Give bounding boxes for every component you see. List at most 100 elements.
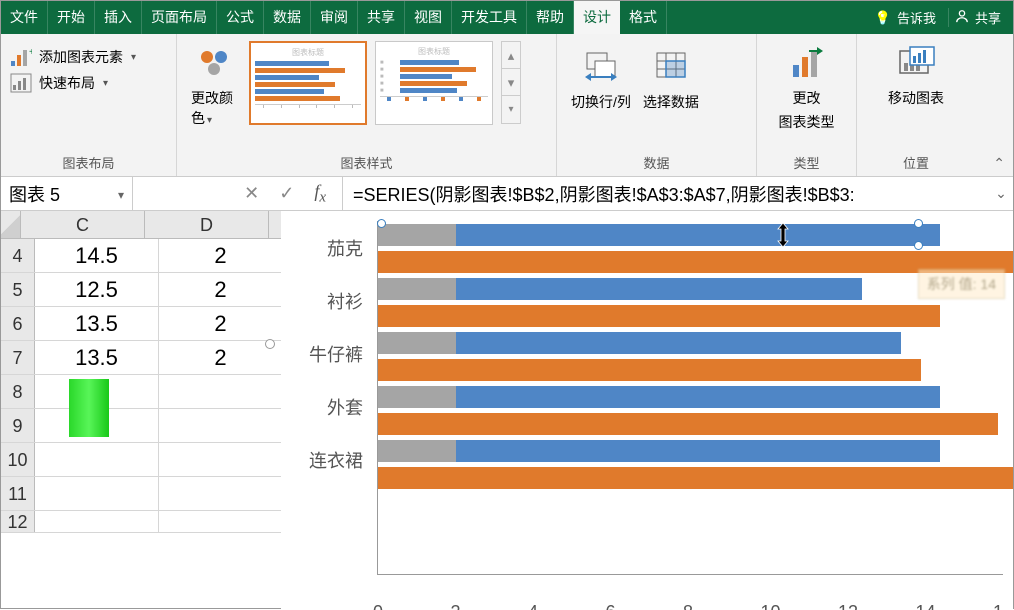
- change-chart-type-button[interactable]: 更改 图表类型: [765, 38, 848, 132]
- col-header[interactable]: C: [21, 211, 145, 238]
- chart-style-thumb-2[interactable]: 图表标题 ■ ■ ■ ■ ■: [375, 41, 493, 125]
- series-selection-handle[interactable]: [914, 219, 923, 228]
- switch-row-col-button[interactable]: 切换行/列: [565, 42, 637, 112]
- chart-bar-orange[interactable]: [378, 467, 1013, 489]
- switch-row-col-icon: [581, 46, 621, 88]
- accept-formula-button[interactable]: ✓: [279, 183, 294, 204]
- tab-pagelayout[interactable]: 页面布局: [142, 1, 217, 34]
- chart-bar-blue[interactable]: [456, 440, 940, 462]
- fx-icon[interactable]: fx: [314, 181, 326, 207]
- cell[interactable]: 13.5: [35, 341, 159, 374]
- tab-home[interactable]: 开始: [48, 1, 95, 34]
- tell-me[interactable]: 告诉我: [863, 8, 948, 27]
- formula-bar[interactable]: =SERIES(阴影图表!$B$2,阴影图表!$A$3:$A$7,阴影图表!$B…: [343, 181, 989, 207]
- chart-bar-gray[interactable]: [378, 332, 456, 354]
- tab-share-top[interactable]: 共享: [358, 1, 405, 34]
- cancel-formula-button[interactable]: ✕: [244, 183, 259, 204]
- cell[interactable]: [35, 511, 159, 532]
- select-all-corner[interactable]: [1, 211, 21, 238]
- chart-bar-orange[interactable]: [378, 413, 998, 435]
- chart-plot-area[interactable]: [377, 221, 1003, 575]
- group-styles-label: 图表样式: [185, 153, 548, 174]
- row-header[interactable]: 7: [1, 341, 35, 374]
- row-header[interactable]: 6: [1, 307, 35, 340]
- style-gallery-expand[interactable]: ▾: [502, 96, 520, 123]
- share-button[interactable]: 共享: [948, 8, 1013, 27]
- row-header[interactable]: 4: [1, 239, 35, 272]
- add-chart-element-label: 添加图表元素: [39, 47, 123, 67]
- name-box-dropdown-icon[interactable]: [118, 183, 124, 204]
- tab-design[interactable]: 设计: [574, 1, 620, 34]
- cell[interactable]: [35, 477, 159, 510]
- chart-bar-gray[interactable]: [378, 224, 456, 246]
- tab-data[interactable]: 数据: [264, 1, 311, 34]
- tab-devtools[interactable]: 开发工具: [452, 1, 527, 34]
- dropdown-icon: [207, 115, 212, 126]
- chart-bar-gray[interactable]: [378, 386, 456, 408]
- tab-file[interactable]: 文件: [1, 1, 48, 34]
- row-header[interactable]: 5: [1, 273, 35, 306]
- chart-resize-handle[interactable]: [265, 339, 275, 349]
- ribbon-group-data: 切换行/列 选择数据 数据: [557, 34, 757, 176]
- tab-insert[interactable]: 插入: [95, 1, 142, 34]
- change-type-label-2: 图表类型: [779, 112, 835, 132]
- y-category-label: 牛仔裤: [281, 327, 371, 380]
- chart-style-thumb-1[interactable]: 图表标题: [249, 41, 367, 125]
- change-colors-button[interactable]: 更改颜色: [185, 38, 245, 128]
- cell[interactable]: 14.5: [35, 239, 159, 272]
- name-box[interactable]: 图表 5: [1, 177, 133, 211]
- row-header[interactable]: 10: [1, 443, 35, 476]
- cell[interactable]: 2: [159, 307, 283, 340]
- quick-layout-button[interactable]: 快速布局: [9, 70, 168, 96]
- chart-bar-blue[interactable]: [456, 224, 940, 246]
- style-scroll-up[interactable]: ▴: [502, 42, 520, 69]
- expand-formula-bar-button[interactable]: [989, 185, 1013, 202]
- col-header[interactable]: D: [145, 211, 269, 238]
- chart-bar-blue[interactable]: [456, 386, 940, 408]
- cell[interactable]: 12.5: [35, 273, 159, 306]
- svg-text:+: +: [29, 47, 32, 58]
- chart-bar-orange[interactable]: [378, 305, 940, 327]
- cell[interactable]: 2: [159, 239, 283, 272]
- embedded-chart[interactable]: 茄克 衬衫 牛仔裤 外套 连衣裙 024681012141 系列 值: 14: [281, 211, 1013, 610]
- cell[interactable]: [159, 375, 283, 408]
- select-data-button[interactable]: 选择数据: [637, 42, 705, 112]
- formula-controls: ✕ ✓ fx: [183, 177, 343, 211]
- chart-bar-gray[interactable]: [378, 440, 456, 462]
- formula-row: 图表 5 ✕ ✓ fx =SERIES(阴影图表!$B$2,阴影图表!$A$3:…: [1, 177, 1013, 211]
- row-header[interactable]: 8: [1, 375, 35, 408]
- tab-review[interactable]: 审阅: [311, 1, 358, 34]
- style-scroll-down[interactable]: ▾: [502, 69, 520, 96]
- cell[interactable]: [159, 409, 283, 442]
- chart-bar-blue[interactable]: [456, 332, 902, 354]
- cell[interactable]: 2: [159, 341, 283, 374]
- chart-bar-gray[interactable]: [378, 278, 456, 300]
- chart-bar-orange[interactable]: [378, 359, 921, 381]
- cell[interactable]: [159, 511, 283, 532]
- tab-help[interactable]: 帮助: [527, 1, 574, 34]
- quick-layout-icon: [9, 72, 33, 94]
- name-box-value: 图表 5: [9, 181, 60, 207]
- chart-bar-blue[interactable]: [456, 278, 863, 300]
- tab-formulas[interactable]: 公式: [217, 1, 264, 34]
- spreadsheet[interactable]: C D E F G H I J 4 14.5 2 5 12.5 2 6 13.5…: [1, 211, 1013, 610]
- row-header[interactable]: 9: [1, 409, 35, 442]
- group-data-label: 数据: [565, 153, 748, 174]
- collapse-ribbon-button[interactable]: ⌃: [993, 155, 1005, 172]
- cell[interactable]: [159, 443, 283, 476]
- cell[interactable]: 2: [159, 273, 283, 306]
- change-colors-icon: [195, 42, 235, 84]
- cell[interactable]: 13.5: [35, 307, 159, 340]
- tab-format[interactable]: 格式: [620, 1, 667, 34]
- tab-view[interactable]: 视图: [405, 1, 452, 34]
- add-chart-element-button[interactable]: + 添加图表元素: [9, 44, 168, 70]
- row-header[interactable]: 11: [1, 477, 35, 510]
- cell[interactable]: [159, 477, 283, 510]
- cell[interactable]: [35, 443, 159, 476]
- series-selection-handle[interactable]: [377, 219, 386, 228]
- group-type-label: 类型: [765, 153, 848, 174]
- row-header[interactable]: 12: [1, 511, 35, 532]
- move-chart-button[interactable]: 移动图表: [865, 38, 967, 108]
- series-selection-handle[interactable]: [914, 241, 923, 250]
- ribbon: + 添加图表元素 快速布局 图表布局 更改颜色: [1, 34, 1013, 177]
